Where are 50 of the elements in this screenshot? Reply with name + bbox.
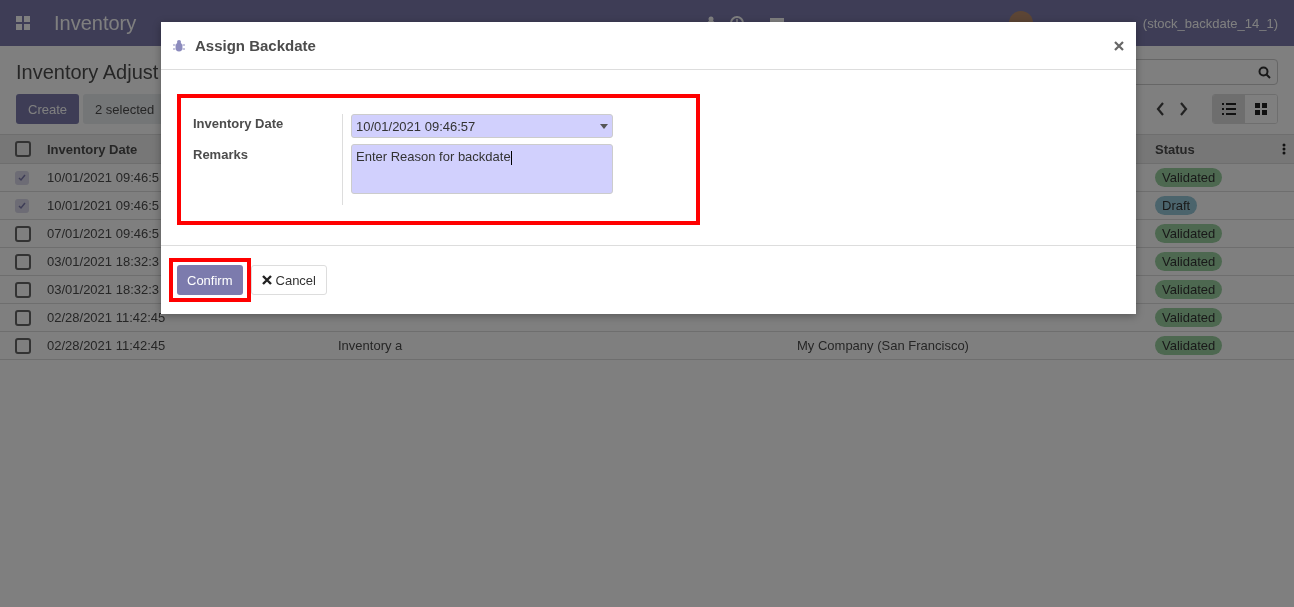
create-button[interactable]: Create xyxy=(16,94,80,124)
user-menu[interactable]: (stock_backdate_14_1) xyxy=(1142,15,1278,31)
checkbox[interactable] xyxy=(15,309,31,326)
caret-icon xyxy=(600,123,608,129)
checkbox[interactable] xyxy=(15,253,31,270)
bug-icon[interactable] xyxy=(173,39,185,52)
checkbox[interactable] xyxy=(15,198,29,213)
checkbox[interactable] xyxy=(15,281,31,298)
column-header[interactable]: Status xyxy=(1155,141,1195,157)
list-view-button[interactable] xyxy=(1213,95,1245,123)
kebab-menu-icon[interactable] xyxy=(1282,143,1286,155)
app-title[interactable]: Inventory xyxy=(54,11,137,35)
table-cell: 03/01/2021 18:32:3 xyxy=(47,254,160,269)
cancel-button[interactable]: Cancel xyxy=(250,265,327,295)
field-label: Remarks xyxy=(193,147,249,162)
confirm-button[interactable]: Confirm xyxy=(177,265,243,295)
checkbox[interactable] xyxy=(15,170,29,185)
remarks-field[interactable]: Enter Reason for backdate xyxy=(351,144,613,194)
check-icon xyxy=(18,173,26,182)
table-cell: Inventory a xyxy=(338,338,403,353)
status-badge: Validated xyxy=(1155,308,1223,327)
select-all-checkbox[interactable] xyxy=(15,141,31,157)
status-badge: Validated xyxy=(1155,252,1223,271)
checkbox[interactable] xyxy=(15,337,31,354)
apps-menu-icon[interactable] xyxy=(16,16,30,30)
status-badge: Validated xyxy=(1155,336,1223,355)
next-icon[interactable] xyxy=(1179,102,1188,116)
table-cell: 02/28/2021 11:42:45 xyxy=(47,310,166,325)
page-title: Inventory Adjust xyxy=(16,60,159,84)
list-icon xyxy=(1222,103,1236,115)
grid-icon xyxy=(1255,103,1267,115)
table-cell: 03/01/2021 18:32:3 xyxy=(47,282,160,297)
status-badge: Draft xyxy=(1155,196,1198,215)
field-label: Inventory Date xyxy=(193,116,285,131)
date-field[interactable]: 10/01/2021 09:46:57 xyxy=(351,114,613,138)
status-badge: Validated xyxy=(1155,280,1223,299)
close-icon[interactable] xyxy=(1114,40,1124,51)
status-badge: Validated xyxy=(1155,168,1223,187)
close-icon xyxy=(261,275,272,285)
table-cell: 10/01/2021 09:46:5 xyxy=(47,198,160,213)
dialog-title: Assign Backdate xyxy=(195,37,316,54)
table-cell: 02/28/2021 11:42:45 xyxy=(47,338,166,353)
check-icon xyxy=(18,201,26,210)
table-cell: 10/01/2021 09:46:5 xyxy=(47,170,160,185)
previous-icon[interactable] xyxy=(1156,102,1165,116)
status-badge: Validated xyxy=(1155,224,1223,243)
table-cell: 07/01/2021 09:46:5 xyxy=(47,226,160,241)
table-cell: My Company (San Francisco) xyxy=(797,338,969,353)
checkbox[interactable] xyxy=(15,225,31,242)
search-icon[interactable] xyxy=(1258,65,1271,79)
